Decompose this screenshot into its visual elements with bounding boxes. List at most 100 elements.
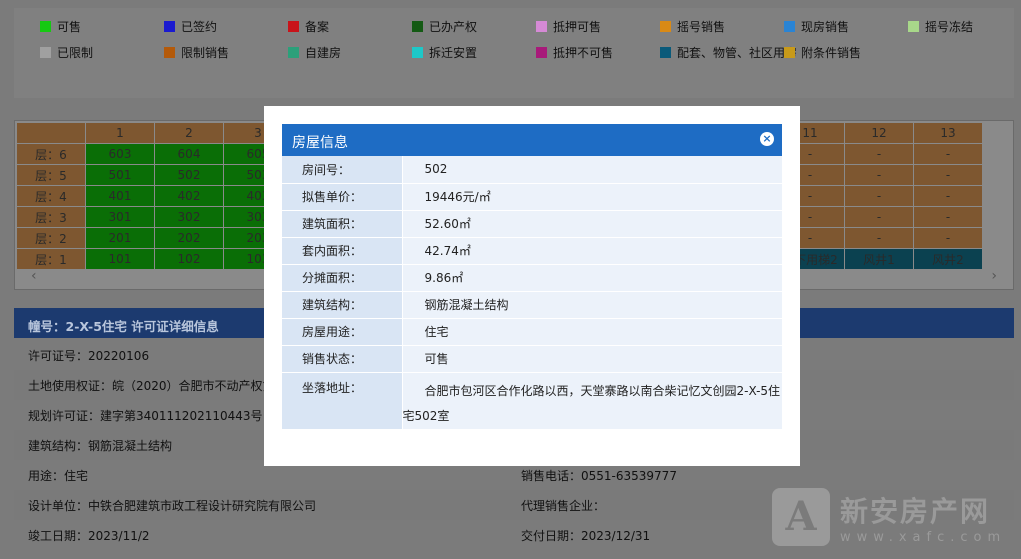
permit-info-title: 幢号：2-X-5住宅 许可证详细信息 (28, 319, 219, 334)
detail-row: 房间号： 502 (282, 156, 782, 184)
detail-value: 9.86㎡ (402, 264, 782, 292)
legend-swatch (784, 47, 795, 58)
unit-cell[interactable]: 302 (154, 206, 224, 228)
detail-key: 建筑面积： (282, 210, 403, 238)
legend-label: 摇号销售 (677, 20, 726, 34)
legend-item: 自建房 (288, 44, 412, 61)
unit-cell[interactable]: 202 (154, 227, 224, 249)
legend-item: 配套、物管、社区用房 (660, 44, 797, 61)
legend-item: 可售 (40, 18, 164, 35)
legend-swatch (288, 47, 299, 58)
house-info-dialog: 房屋信息 × 房间号： 502 拟售单价： 19446元/㎡ 建筑面积： 52.60㎡ 套内… (264, 106, 800, 466)
unit-cell[interactable]: 603 (85, 143, 155, 165)
floor-label: 层：6 (16, 143, 86, 165)
column-header: 13 (913, 122, 983, 144)
info-right: 销售电话：0551-63539777 (521, 468, 677, 483)
legend-label: 自建房 (305, 46, 342, 60)
legend-label: 已签约 (181, 20, 218, 34)
legend-swatch (164, 21, 175, 32)
dialog-title: 房屋信息 (292, 135, 348, 151)
site-watermark: A 新安房产网 www.xafc.com (772, 488, 1006, 546)
info-left: 用途：住宅 (28, 468, 89, 483)
legend-label: 抵押不可售 (553, 46, 614, 60)
house-detail-table: 房间号： 502 拟售单价： 19446元/㎡ 建筑面积： 52.60㎡ 套内面积： 42.7… (282, 156, 782, 430)
watermark-name: 新安房产网 (840, 494, 991, 528)
detail-key: 房屋用途： (282, 318, 403, 346)
legend-label: 限制销售 (181, 46, 230, 60)
detail-key: 销售状态： (282, 345, 403, 373)
legend-swatch (412, 21, 423, 32)
detail-key: 分摊面积： (282, 264, 403, 292)
detail-value: 可售 (402, 345, 782, 373)
legend-swatch (288, 21, 299, 32)
detail-row: 套内面积： 42.74㎡ (282, 237, 782, 265)
unit-cell[interactable]: 501 (85, 164, 155, 186)
legend-label: 可售 (57, 20, 82, 34)
detail-key: 套内面积： (282, 237, 403, 265)
legend-label: 配套、物管、社区用房 (677, 46, 798, 60)
site-logo-icon: A (772, 488, 830, 546)
legend-swatch (784, 21, 795, 32)
unit-cell[interactable]: 402 (154, 185, 224, 207)
empty-cell: - (844, 143, 914, 165)
legend-swatch (40, 21, 51, 32)
detail-row: 建筑结构： 钢筋混凝土结构 (282, 291, 782, 319)
legend-label: 已限制 (57, 46, 94, 60)
dialog-header: 房屋信息 × (282, 124, 782, 156)
unit-cell[interactable]: 301 (85, 206, 155, 228)
detail-value: 502 (402, 156, 782, 184)
legend-item: 已签约 (164, 18, 288, 35)
legend-swatch (908, 21, 919, 32)
floor-label: 层：4 (16, 185, 86, 207)
floor-label: 层：3 (16, 206, 86, 228)
watermark-url: www.xafc.com (840, 529, 1007, 545)
detail-key: 建筑结构： (282, 291, 403, 319)
floor-label: 层：5 (16, 164, 86, 186)
empty-cell: - (913, 185, 983, 207)
legend-swatch (536, 21, 547, 32)
unit-cell[interactable]: 102 (154, 248, 224, 270)
column-header: 1 (85, 122, 155, 144)
legend-label: 拆迁安置 (429, 46, 478, 60)
legend-item: 抵押不可售 (536, 44, 660, 61)
info-left: 竣工日期：2023/11/2 (28, 528, 150, 543)
empty-cell: - (844, 185, 914, 207)
detail-value: 住宅 (402, 318, 782, 346)
empty-cell: - (913, 164, 983, 186)
scroll-left-icon[interactable]: ‹ (31, 268, 37, 284)
legend-item: 限制销售 (164, 44, 288, 61)
legend-swatch (412, 47, 423, 58)
empty-cell: 风井1 (844, 248, 914, 270)
unit-cell[interactable]: 604 (154, 143, 224, 165)
status-legend: 可售 已签约 备案 已办产权 抵押可售 摇号销售 现房销售 摇号冻结 已限制 限制销售 自建房 拆迁安… (14, 8, 1014, 98)
legend-swatch (660, 47, 671, 58)
unit-cell[interactable]: 201 (85, 227, 155, 249)
legend-label: 备案 (305, 20, 330, 34)
detail-row: 建筑面积： 52.60㎡ (282, 210, 782, 238)
column-header: 2 (154, 122, 224, 144)
column-header: 12 (844, 122, 914, 144)
detail-key: 拟售单价： (282, 183, 403, 211)
detail-value: 42.74㎡ (402, 237, 782, 265)
unit-cell[interactable]: 401 (85, 185, 155, 207)
legend-item: 备案 (288, 18, 412, 35)
detail-key: 坐落地址： (282, 372, 403, 430)
legend-item: 现房销售 (784, 18, 908, 35)
detail-value: 52.60㎡ (402, 210, 782, 238)
detail-row: 坐落地址： 合肥市包河区合作化路以西，天堂寨路以南合柴记忆文创园2-X-5住宅50… (282, 372, 782, 430)
floor-label: 层：2 (16, 227, 86, 249)
scroll-right-icon[interactable]: › (991, 268, 997, 284)
legend-item: 已办产权 (412, 18, 536, 35)
legend-label: 现房销售 (801, 20, 850, 34)
legend-item: 拆迁安置 (412, 44, 536, 61)
close-icon[interactable]: × (760, 132, 774, 146)
address-text: 合肥市包河区合作化路以西，天堂寨路以南合柴记忆文创园2-X-5住宅502室 (402, 383, 781, 423)
floor-label: 层：1 (16, 248, 86, 270)
unit-cell[interactable]: 101 (85, 248, 155, 270)
detail-key: 房间号： (282, 156, 403, 184)
empty-cell: - (844, 227, 914, 249)
unit-cell[interactable]: 502 (154, 164, 224, 186)
table-corner (16, 122, 86, 144)
info-left: 设计单位：中铁合肥建筑市政工程设计研究院有限公司 (28, 498, 317, 513)
empty-cell: - (913, 227, 983, 249)
